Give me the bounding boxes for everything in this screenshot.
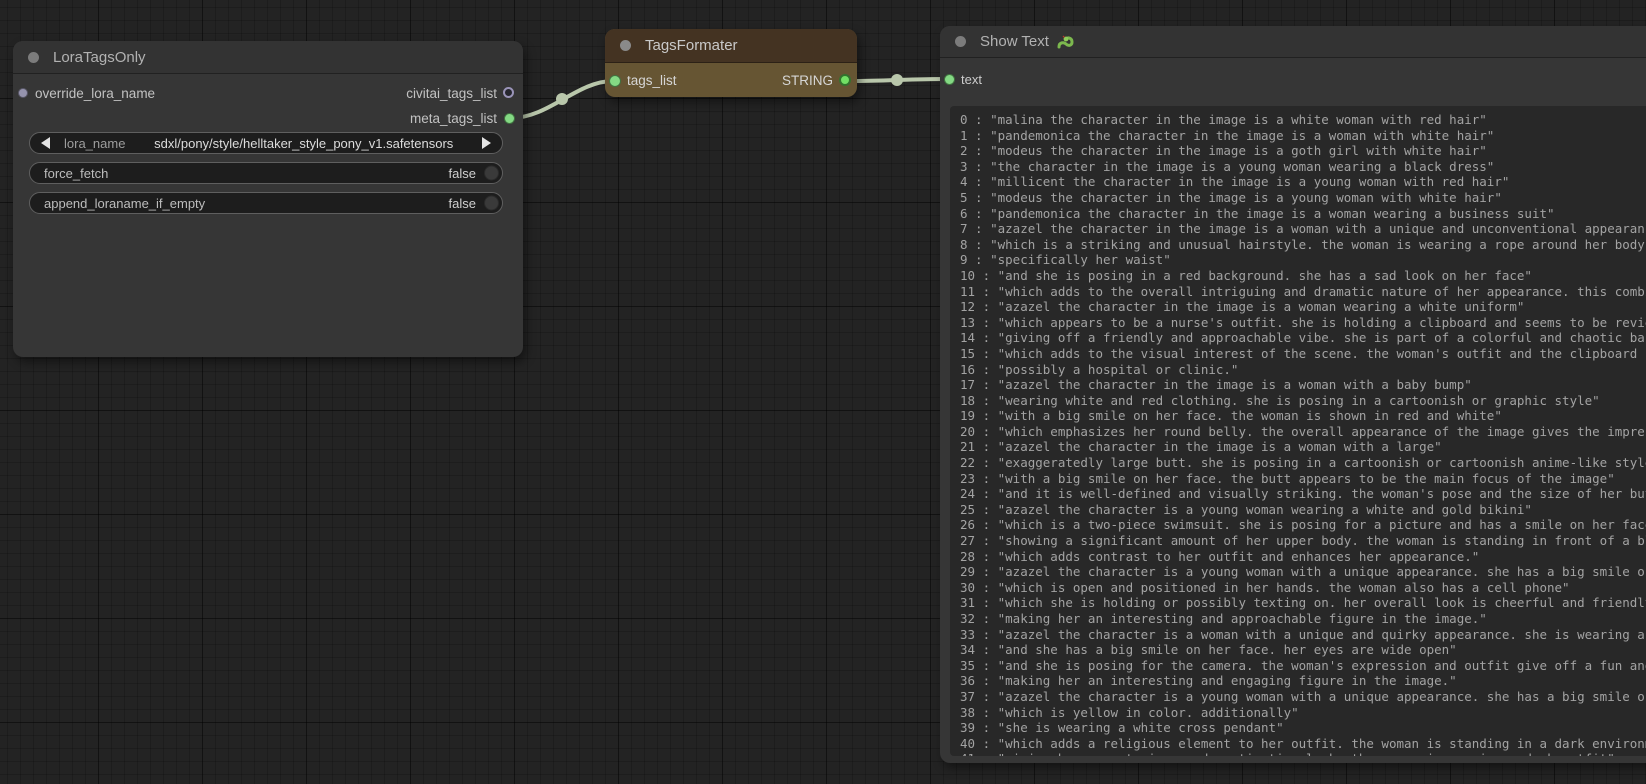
widget-value: false xyxy=(449,166,476,181)
node-tags-formater[interactable]: TagsFormater tags_list STRING xyxy=(605,29,857,97)
text-line: 37 : "azazel the character is a young wo… xyxy=(960,689,1646,705)
widget-label: append_loraname_if_empty xyxy=(44,196,205,211)
text-line: 26 : "which is a two-piece swimsuit. she… xyxy=(960,517,1646,533)
node-title: Show Text xyxy=(980,33,1076,50)
output-slot-label: meta_tags_list xyxy=(410,111,497,126)
text-line: 16 : "possibly a hospital or clinic." xyxy=(960,362,1646,378)
output-slot-icon[interactable] xyxy=(503,87,514,98)
text-line: 40 : "which adds a religious element to … xyxy=(960,736,1646,752)
widget-value: false xyxy=(449,196,476,211)
toggle-knob-icon[interactable] xyxy=(484,166,499,181)
text-line: 12 : "azazel the character in the image … xyxy=(960,299,1646,315)
text-line: 0 : "malina the character in the image i… xyxy=(960,112,1646,128)
text-line: 29 : "azazel the character is a young wo… xyxy=(960,564,1646,580)
text-line: 27 : "showing a significant amount of he… xyxy=(960,533,1646,549)
combo-widget-lora-name[interactable]: lora_name sdxl/pony/style/helltaker_styl… xyxy=(29,132,503,154)
text-line: 6 : "pandemonica the character in the im… xyxy=(960,206,1646,222)
text-line: 34 : "and she has a big smile on her fac… xyxy=(960,642,1646,658)
text-line: 17 : "azazel the character in the image … xyxy=(960,377,1646,393)
input-slot-label: text xyxy=(961,72,982,87)
text-line: 23 : "with a big smile on her face. the … xyxy=(960,471,1646,487)
text-line: 8 : "which is a striking and unusual hai… xyxy=(960,237,1646,253)
input-slot-label: tags_list xyxy=(627,73,677,88)
node-title: TagsFormater xyxy=(645,37,738,54)
node-title: LoraTagsOnly xyxy=(53,49,146,66)
input-slot-label: override_lora_name xyxy=(35,86,155,101)
input-slot-icon[interactable] xyxy=(609,75,621,87)
text-line: 5 : "modeus the character in the image i… xyxy=(960,190,1646,206)
text-line: 32 : "making her an interesting and appr… xyxy=(960,611,1646,627)
text-line: 35 : "and she is posing for the camera. … xyxy=(960,658,1646,674)
text-line: 9 : "specifically her waist" xyxy=(960,252,1646,268)
combo-prev-icon[interactable] xyxy=(41,137,50,149)
text-line: 10 : "and she is posing in a red backgro… xyxy=(960,268,1646,284)
link-midpoint-dot[interactable] xyxy=(556,93,568,105)
text-line: 14 : "giving off a friendly and approach… xyxy=(960,330,1646,346)
node-header[interactable]: LoraTagsOnly xyxy=(13,41,523,74)
node-header[interactable]: Show Text xyxy=(940,26,1646,58)
output-slot-label: STRING xyxy=(782,73,833,88)
text-line: 4 : "millicent the character in the imag… xyxy=(960,174,1646,190)
input-slot-icon[interactable] xyxy=(18,88,28,98)
text-line: 22 : "exaggeratedly large butt. she is p… xyxy=(960,455,1646,471)
text-line: 24 : "and it is well-defined and visuall… xyxy=(960,486,1646,502)
snake-icon xyxy=(1056,34,1076,50)
show-text-output-area[interactable]: 0 : "malina the character in the image i… xyxy=(950,106,1646,756)
output-slot-icon[interactable] xyxy=(504,113,515,124)
text-line: 15 : "which adds to the visual interest … xyxy=(960,346,1646,362)
text-line: 3 : "the character in the image is a you… xyxy=(960,159,1646,175)
text-line: 7 : "azazel the character in the image i… xyxy=(960,221,1646,237)
text-line: 38 : "which is yellow in color. addition… xyxy=(960,705,1646,721)
toggle-widget-append-loraname[interactable]: append_loraname_if_empty false xyxy=(29,192,503,214)
widget-value: sdxl/pony/style/helltaker_style_pony_v1.… xyxy=(125,136,482,151)
text-line: 2 : "modeus the character in the image i… xyxy=(960,143,1646,159)
text-line: 33 : "azazel the character is a woman wi… xyxy=(960,627,1646,643)
text-line: 28 : "which adds contrast to her outfit … xyxy=(960,549,1646,565)
node-header[interactable]: TagsFormater xyxy=(605,29,857,63)
text-line: 13 : "which appears to be a nurse's outf… xyxy=(960,315,1646,331)
graph-canvas[interactable]: LoraTagsOnly override_lora_name civitai_… xyxy=(0,0,1646,784)
text-line: 25 : "azazel the character is a young wo… xyxy=(960,502,1646,518)
collapse-dot-icon[interactable] xyxy=(620,40,631,51)
text-line: 20 : "which emphasizes her round belly. … xyxy=(960,424,1646,440)
input-slot-icon[interactable] xyxy=(944,74,955,85)
text-line: 31 : "which she is holding or possibly t… xyxy=(960,595,1646,611)
widget-label: lora_name xyxy=(64,136,125,151)
text-lines: 0 : "malina the character in the image i… xyxy=(960,112,1646,756)
text-line: 21 : "azazel the character in the image … xyxy=(960,439,1646,455)
node-title-text: Show Text xyxy=(980,33,1049,50)
combo-next-icon[interactable] xyxy=(482,137,491,149)
text-line: 1 : "pandemonica the character in the im… xyxy=(960,128,1646,144)
collapse-dot-icon[interactable] xyxy=(955,36,966,47)
output-slot-label: civitai_tags_list xyxy=(406,86,497,101)
text-line: 36 : "making her an interesting and enga… xyxy=(960,673,1646,689)
toggle-widget-force-fetch[interactable]: force_fetch false xyxy=(29,162,503,184)
toggle-knob-icon[interactable] xyxy=(484,196,499,211)
node-show-text[interactable]: Show Text text 0 : "malina the character… xyxy=(940,26,1646,763)
text-line: 30 : "which is open and positioned in he… xyxy=(960,580,1646,596)
link-midpoint-dot[interactable] xyxy=(891,74,903,86)
widget-label: force_fetch xyxy=(44,166,108,181)
output-slot-icon[interactable] xyxy=(839,74,851,86)
text-line: 41 : "giving her a mysterious and captiv… xyxy=(960,751,1646,756)
text-line: 39 : "she is wearing a white cross penda… xyxy=(960,720,1646,736)
node-lora-tags-only[interactable]: LoraTagsOnly override_lora_name civitai_… xyxy=(13,41,523,357)
text-line: 19 : "with a big smile on her face. the … xyxy=(960,408,1646,424)
text-line: 11 : "which adds to the overall intrigui… xyxy=(960,284,1646,300)
collapse-dot-icon[interactable] xyxy=(28,52,39,63)
text-line: 18 : "wearing white and red clothing. sh… xyxy=(960,393,1646,409)
